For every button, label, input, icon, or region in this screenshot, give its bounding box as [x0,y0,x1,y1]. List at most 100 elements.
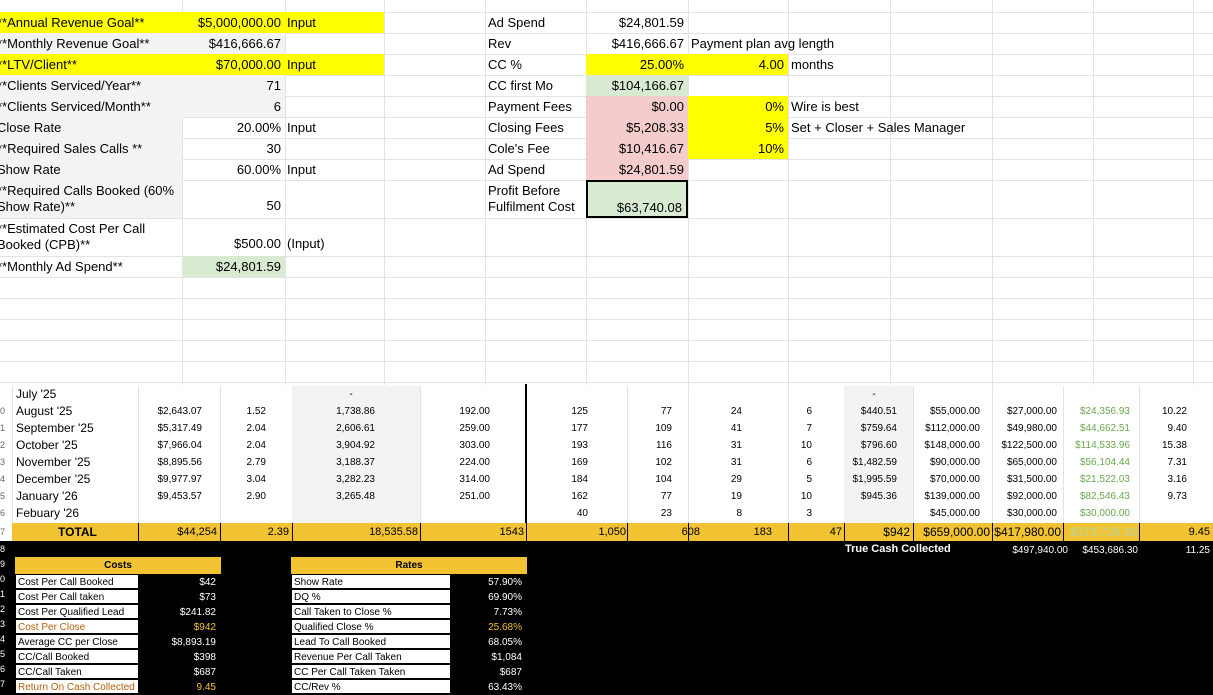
row-number[interactable]: 1 [0,423,9,433]
cell-c2[interactable]: 2.04 [176,437,266,454]
cell-c5[interactable]: 184 [498,471,588,488]
cell-c3[interactable]: 2,606.61 [285,420,375,437]
total-c3[interactable]: 18,535.58 [308,523,418,541]
summary-label[interactable]: Show Rate [291,574,451,589]
summary-value[interactable]: $687 [451,664,527,679]
right-value[interactable]: $24,801.59 [586,12,688,33]
summary-title[interactable]: Rates [291,557,527,574]
right-label[interactable]: Closing Fees [488,117,585,138]
right-label[interactable]: Rev [488,33,585,54]
cell-c2[interactable]: 2.90 [176,488,266,505]
fee-percent[interactable]: 5% [688,117,788,138]
month-label[interactable]: August '25 [16,403,72,420]
summary-value[interactable]: 7.73% [451,604,527,619]
left-value[interactable]: $24,801.59 [182,256,285,277]
cell-c8[interactable]: 6 [722,454,812,471]
left-note[interactable]: (Input) [285,218,384,256]
left-value[interactable]: $500.00 [182,218,285,256]
summary-value[interactable]: $1,084 [451,649,527,664]
month-label[interactable]: July '25 [16,386,56,403]
left-label[interactable]: Close Rate [0,117,182,138]
cell-c13[interactable]: 3.16 [1097,471,1187,488]
cell-c8[interactable]: 6 [722,403,812,420]
right-value[interactable]: 25.00% [586,54,688,75]
cell-c5[interactable]: 162 [498,488,588,505]
cell-c9[interactable]: $1,482.59 [807,454,898,471]
cell-c2[interactable]: 1.52 [176,403,266,420]
cell-c3[interactable]: 3,282.23 [285,471,375,488]
cell-c3[interactable]: 1,738.86 [285,403,375,420]
row-number[interactable]: 4 [0,634,9,644]
summary-value[interactable]: 57.90% [451,574,527,589]
cell-c9[interactable]: $796.60 [807,437,897,454]
cell-c8[interactable]: 10 [722,437,812,454]
summary-value[interactable]: $73 [139,589,221,604]
cell-c2[interactable]: 2.79 [176,454,266,471]
month-label[interactable]: November '25 [16,454,90,471]
summary-label[interactable]: DQ % [291,589,451,604]
month-label[interactable]: October '25 [16,437,78,454]
row-number[interactable]: 6 [0,508,9,518]
row-number[interactable]: 2 [0,604,9,614]
summary-label[interactable]: CC/Call Booked [15,649,139,664]
left-value[interactable]: 50 [182,180,285,218]
total-c4[interactable]: 1543 [414,523,524,541]
month-label[interactable]: December '25 [16,471,90,488]
row-number[interactable]: 7 [0,527,9,537]
month-label[interactable]: January '26 [16,488,78,505]
left-label[interactable]: Show Rate [0,159,182,180]
row-number[interactable]: 6 [0,664,9,674]
summary-value[interactable]: $241.82 [139,604,221,619]
cell-c3[interactable]: 3,904.92 [285,437,375,454]
cell-c3[interactable]: 3,188.37 [285,454,375,471]
right-label[interactable]: CC % [488,54,585,75]
summary-value[interactable]: $687 [139,664,221,679]
cell-c4[interactable]: 314.00 [400,471,490,488]
cell-c4[interactable]: 303.00 [400,437,490,454]
left-value[interactable]: $70,000.00 [182,54,285,75]
cell-c8[interactable]: 10 [722,488,812,505]
left-label[interactable]: **Estimated Cost Per Call Booked (CPB)** [0,218,182,256]
cell-c5[interactable]: 125 [498,403,588,420]
left-label[interactable]: **Clients Serviced/Month** [0,96,182,117]
summary-value[interactable]: 25.68% [451,619,527,634]
summary-label[interactable]: Cost Per Qualified Lead [15,604,139,619]
fee-percent[interactable]: 0% [688,96,788,117]
left-value[interactable]: 30 [182,138,285,159]
right-note[interactable]: months [791,54,834,75]
total-label[interactable]: TOTAL [58,523,97,541]
cell-c13[interactable]: 9.40 [1097,420,1187,437]
summary-value[interactable]: 68.05% [451,634,527,649]
right-value[interactable]: $104,166.67 [586,75,688,96]
cell-c13[interactable]: 9.73 [1097,488,1187,505]
row-number[interactable]: 8 [0,544,9,554]
left-value[interactable]: 6 [182,96,285,117]
left-value[interactable]: 60.00% [182,159,285,180]
cell-c3[interactable]: 3,265.48 [285,488,375,505]
right-value[interactable]: $416,666.67 [586,33,688,54]
summary-value[interactable]: $398 [139,649,221,664]
row-number[interactable]: 2 [0,440,9,450]
left-value[interactable]: $5,000,000.00 [182,12,285,33]
total-c13[interactable]: 9.45 [1100,523,1210,541]
summary-title[interactable]: Costs [15,557,221,574]
left-label[interactable]: **Clients Serviced/Year** [0,75,182,96]
row-number[interactable]: 0 [0,406,9,416]
summary-value[interactable]: $8,893.19 [139,634,221,649]
left-label[interactable]: **Required Calls Booked (60% Show Rate)*… [0,180,182,218]
left-note[interactable]: Input [285,117,384,138]
summary-label[interactable]: Cost Per Call taken [15,589,139,604]
right-note[interactable]: Payment plan avg length [691,33,834,54]
month-label[interactable]: September '25 [16,420,94,437]
cell-c9[interactable]: $1,995.59 [807,471,898,488]
true-cash-label[interactable]: True Cash Collected [845,541,951,558]
cell-c2[interactable]: 3.04 [176,471,266,488]
summary-value[interactable]: 63.43% [451,679,527,694]
right-label[interactable]: Cole's Fee [488,138,585,159]
left-label[interactable]: **Monthly Revenue Goal** [0,33,182,54]
summary-value[interactable]: $42 [139,574,221,589]
right-label[interactable]: Profit Before Fulfilment Cost [488,180,585,218]
summary-label[interactable]: Cost Per Call Booked [15,574,139,589]
summary-label[interactable]: Return On Cash Collected [15,679,139,694]
cell-c5[interactable]: 177 [498,420,588,437]
